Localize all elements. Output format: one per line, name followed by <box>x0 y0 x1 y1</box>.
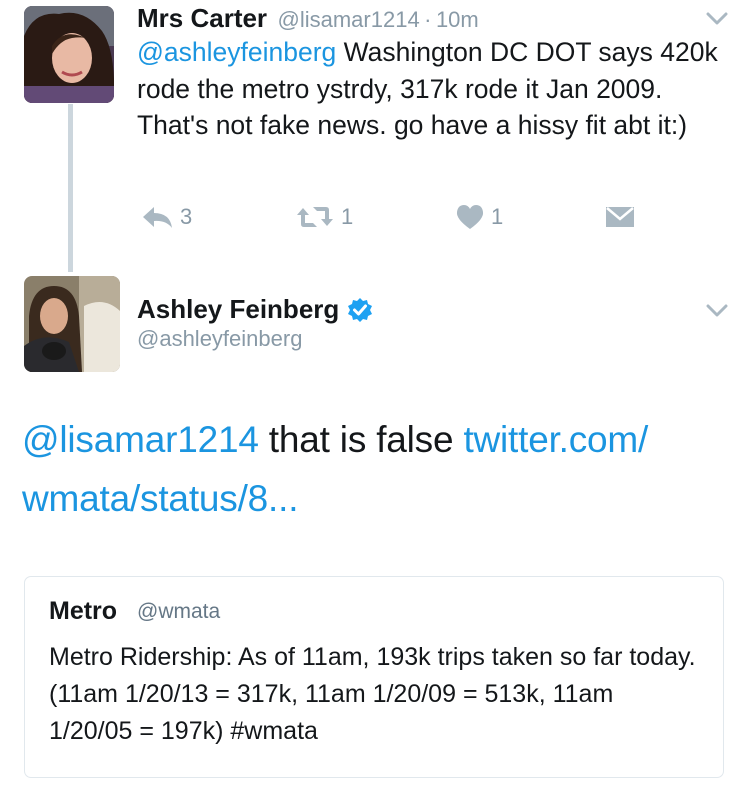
reply-button[interactable]: 3 <box>140 204 295 230</box>
tweet2-text: @lisamar1214 that is false twitter.com/ … <box>22 410 722 528</box>
avatar-image <box>24 6 114 103</box>
chevron-down-icon[interactable] <box>706 12 728 31</box>
reply-count: 3 <box>180 204 193 229</box>
retweet-icon <box>297 207 333 227</box>
like-button[interactable]: 1 <box>455 204 605 230</box>
mention-link[interactable]: @ashleyfeinberg <box>137 37 336 67</box>
reply-icon <box>143 207 172 228</box>
quoted-tweet-text: Metro Ridership: As of 11am, 193k trips … <box>49 643 696 745</box>
thread-connector-line <box>68 104 73 272</box>
like-count: 1 <box>491 204 504 229</box>
tweet2-body: that is false <box>258 419 464 460</box>
heart-icon <box>456 205 484 229</box>
verified-badge-icon <box>348 297 373 322</box>
retweet-button[interactable]: 1 <box>295 204 455 230</box>
tweet2-header: Ashley Feinberg <box>137 294 373 325</box>
avatar-ashley-feinberg[interactable] <box>24 276 120 372</box>
direct-message-button[interactable] <box>605 205 635 229</box>
author-name[interactable]: Ashley Feinberg <box>137 294 339 325</box>
retweet-count: 1 <box>341 204 354 229</box>
mention-link[interactable]: @lisamar1214 <box>22 419 259 460</box>
envelope-icon <box>606 207 634 227</box>
quoted-tweet-card[interactable]: Metro @wmata Metro Ridership: As of 11am… <box>24 576 724 778</box>
tweet1-actions: 3 1 1 <box>140 200 635 234</box>
separator: · <box>424 7 432 32</box>
avatar-mrs-carter[interactable] <box>24 6 114 103</box>
quoted-author-name: Metro <box>49 597 118 625</box>
timestamp[interactable]: 10m <box>436 7 479 32</box>
chevron-down-icon[interactable] <box>706 304 728 323</box>
author-name[interactable]: Mrs Carter <box>137 3 267 33</box>
author-handle[interactable]: @ashleyfeinberg <box>137 326 302 352</box>
avatar-image <box>24 276 120 372</box>
quoted-author-handle: @wmata <box>137 600 221 623</box>
tweet1-text: @ashleyfeinberg Washington DC DOT says 4… <box>137 34 727 144</box>
tweet1-header: Mrs Carter @lisamar1214 · 10m <box>137 3 479 34</box>
author-handle[interactable]: @lisamar1214 <box>278 7 420 32</box>
